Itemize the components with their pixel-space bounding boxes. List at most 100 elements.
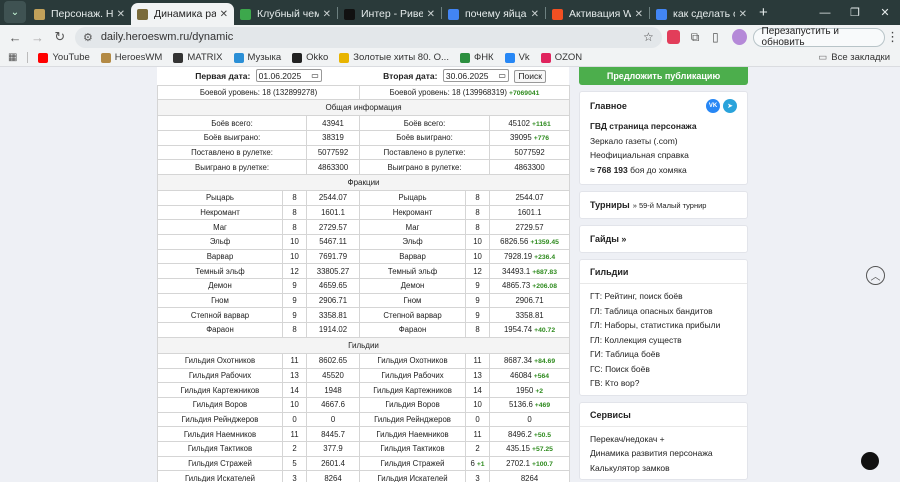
bookmark-item[interactable]: MATRIX [173, 52, 223, 63]
scroll-to-top-icon[interactable]: ︿ [866, 266, 885, 285]
bookmark-star-icon[interactable]: ☆ [643, 30, 654, 44]
guild-level-left: 2 [282, 440, 307, 457]
second-date-input[interactable]: 30.06.2025 ▭ [442, 69, 509, 82]
first-date-input[interactable]: 01.06.2025 ▭ [255, 69, 322, 83]
faction-name-right: Гном [359, 292, 467, 309]
guild-level-right: 3 [465, 470, 491, 482]
general-label-right: Выиграно в рулетке: [359, 159, 491, 175]
guild-link[interactable]: ГВ: Кто вор? [590, 376, 737, 391]
bookmark-item[interactable]: Музыка [233, 52, 281, 63]
search-button[interactable]: Поиск [514, 69, 546, 83]
url-field[interactable]: ⚙ daily.heroeswm.ru/dynamic ☆ [74, 26, 662, 48]
tab-close-icon[interactable]: ✕ [220, 9, 228, 20]
extension-icon[interactable] [666, 30, 680, 44]
guild-points-right: 2702.1 +100.7 [489, 455, 571, 472]
browser-tab[interactable]: Персонаж. HeroesWM ✕ [28, 3, 131, 25]
tab-close-icon[interactable]: ✕ [635, 9, 643, 20]
browser-menu-icon[interactable]: ⋮ [885, 29, 900, 45]
guild-level-right-delta: +1 [476, 460, 485, 468]
bookmark-item[interactable]: HeroesWM [100, 52, 162, 63]
site-info-icon[interactable]: ⚙ [83, 31, 93, 44]
tournaments-card[interactable]: Турниры » 59-й Малый турнир [579, 191, 748, 219]
faction-name-right: Темный эльф [359, 263, 467, 280]
browser-tab[interactable]: Клубный чемпионат ✕ [234, 3, 337, 25]
tournaments-link[interactable]: » 59-й Малый турнир [633, 201, 707, 210]
guild-level-right-value: 0 [475, 414, 480, 424]
browser-tab[interactable]: Интер - Ривер Плейт ✕ [338, 3, 441, 25]
floating-action-dot[interactable] [861, 452, 879, 470]
main-link[interactable]: ≈ 768 193 боя до хомяка [590, 163, 737, 178]
bookmark-item[interactable]: YouTube [38, 52, 90, 63]
apps-grid-icon[interactable]: ▦ [8, 52, 17, 63]
faction-points-left: 7691.79 [305, 248, 361, 265]
faction-level-right-value: 9 [475, 296, 480, 306]
guild-points-right-value: 8496.2 [508, 429, 532, 439]
main-link[interactable]: Зеркало газеты (.com) [590, 134, 737, 149]
tab-close-icon[interactable]: ✕ [117, 9, 125, 20]
faction-row: Степной варвар 9 3358.81 Степной варвар 9 335… [157, 307, 571, 324]
faction-name-left: Демон [157, 278, 283, 294]
profile-avatar[interactable] [731, 29, 747, 45]
suggest-publication-button[interactable]: Предложить публикацию [579, 67, 748, 85]
all-bookmarks-button[interactable]: ▭ Все закладки [818, 52, 890, 63]
back-icon[interactable]: ← [4, 30, 26, 45]
factions-header: Фракции [156, 173, 571, 191]
telegram-icon[interactable]: ➤ [723, 99, 737, 113]
bookmark-item[interactable]: OZON [540, 52, 582, 63]
guild-link[interactable]: ГТ: Рейтинг, поиск боёв [590, 289, 737, 304]
calendar-icon[interactable]: ▭ [498, 71, 506, 80]
general-row: Боёв всего: 43941 Боёв всего: 45102 +1161 [157, 115, 571, 131]
restore-icon[interactable]: ❐ [840, 6, 870, 19]
tab-close-icon[interactable]: ✕ [323, 9, 331, 20]
general-value-left: 38319 [305, 129, 361, 146]
main-links-card: Главное VK ➤ ГВД страница персонажа Зерка… [579, 91, 748, 185]
guild-link[interactable]: ГЛ: Таблица опасных бандитов [590, 304, 737, 319]
guild-points-right-value: 8687.34 [503, 356, 533, 366]
main-link[interactable]: ГВД страница персонажа [590, 119, 737, 134]
side-panel-icon[interactable]: ▯ [705, 30, 725, 44]
service-link[interactable]: Калькулятор замков [590, 461, 737, 476]
bookmark-label: Okko [306, 52, 329, 63]
restart-update-button[interactable]: Перезапустить и обновить [752, 26, 886, 48]
tab-search-icon[interactable]: ⌄ [4, 1, 26, 23]
service-link[interactable]: Динамика развития персонажа [590, 446, 737, 461]
guild-row: Гильдия Наемников 11 8445.7 Гильдия Наемник… [157, 426, 571, 442]
guild-link[interactable]: ГС: Поиск боёв [590, 362, 737, 377]
guild-link[interactable]: ГЛ: Наборы, статистика прибыли [590, 318, 737, 333]
guild-link[interactable]: ГИ: Таблица боёв [590, 347, 737, 362]
extensions-puzzle-icon[interactable]: ⧉ [685, 30, 705, 45]
close-window-icon[interactable]: ✕ [870, 6, 900, 19]
address-bar: ← → ↻ ⚙ daily.heroeswm.ru/dynamic ☆ ⧉ ▯ … [0, 25, 900, 49]
faction-points-right: 2729.57 [489, 219, 571, 235]
calendar-icon[interactable]: ▭ [311, 71, 319, 80]
browser-tab[interactable]: почему яйца потеют ✕ [442, 3, 545, 25]
tab-close-icon[interactable]: ✕ [427, 9, 435, 20]
guides-title[interactable]: Гайды » [590, 234, 626, 244]
forward-icon[interactable]: → [26, 30, 48, 45]
main-link[interactable]: Неофициальная справка [590, 148, 737, 163]
browser-tab[interactable]: Динамика развития ✕ [131, 3, 234, 25]
guild-level-left: 10 [282, 396, 307, 413]
guild-points-right-delta: +2 [535, 387, 544, 395]
guides-card[interactable]: Гайды » [579, 225, 748, 253]
bookmark-item[interactable]: Золотые хиты 80. О... [339, 52, 449, 63]
bookmark-item[interactable]: Vk [504, 52, 530, 63]
guild-link[interactable]: ГЛ: Коллекция существ [590, 333, 737, 348]
tab-close-icon[interactable]: ✕ [739, 9, 747, 20]
browser-tab[interactable]: Активация Windows ✕ [546, 3, 649, 25]
reload-icon[interactable]: ↻ [49, 29, 71, 45]
tab-close-icon[interactable]: ✕ [531, 9, 539, 20]
general-label-right: Боёв всего: [359, 115, 491, 131]
new-tab-icon[interactable]: + [759, 4, 768, 21]
faction-name-left: Некромант [157, 204, 283, 221]
service-link[interactable]: Перекач/недокач + [590, 432, 737, 447]
browser-tab[interactable]: как сделать скрин ✕ [650, 3, 753, 25]
general-value-right: 45102 +1161 [489, 115, 571, 131]
bookmark-item[interactable]: ФНК [459, 52, 494, 63]
vk-icon[interactable]: VK [706, 99, 720, 113]
general-value-right-delta: +1161 [532, 120, 551, 128]
bookmark-item[interactable]: Okko [292, 52, 328, 63]
guild-row: Гильдия Стражей 5 2601.4 Гильдия Стражей 6 +1… [157, 455, 571, 472]
guild-level-left: 5 [282, 455, 307, 472]
minimize-icon[interactable]: — [810, 7, 840, 19]
